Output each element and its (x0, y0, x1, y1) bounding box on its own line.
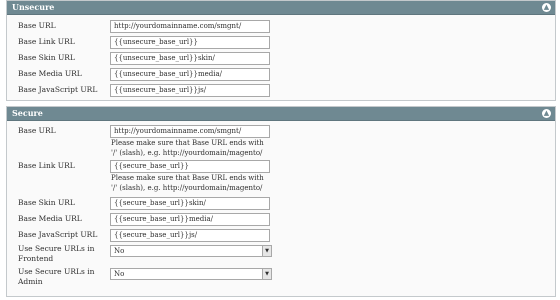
secure-header[interactable]: Secure ▲ (7, 107, 555, 121)
secure-base-skin-url-input[interactable]: {{secure_base_url}}skin/ (110, 197, 270, 210)
note-line: Please make sure that Base URL ends with (111, 174, 264, 182)
label-line: Admin (18, 277, 43, 286)
secure-base-js-url-label: Base JavaScript URL (18, 230, 98, 239)
unsecure-section: Unsecure ▲ Base URL http://yourdomainnam… (6, 0, 556, 101)
secure-base-link-url-note: Please make sure that Base URL ends with… (111, 173, 281, 193)
unsecure-base-js-url-label: Base JavaScript URL (18, 85, 98, 94)
unsecure-base-js-url-input[interactable]: {{unsecure_base_url}}js/ (110, 84, 270, 97)
use-secure-admin-select[interactable]: No ▼ (110, 268, 272, 280)
secure-base-skin-url-label: Base Skin URL (18, 198, 75, 207)
unsecure-header[interactable]: Unsecure ▲ (7, 1, 555, 15)
collapse-icon[interactable]: ▲ (542, 109, 551, 118)
secure-section: Secure ▲ Base URL http://yourdomainname.… (6, 106, 556, 297)
unsecure-base-media-url-input[interactable]: {{unsecure_base_url}}media/ (110, 68, 270, 81)
select-value: No (114, 270, 125, 278)
unsecure-base-link-url-input[interactable]: {{unsecure_base_url}} (110, 36, 270, 49)
label-line: Use Secure URLs in (18, 267, 95, 276)
note-line: Please make sure that Base URL ends with (111, 139, 264, 147)
unsecure-base-media-url-label: Base Media URL (18, 69, 82, 78)
unsecure-base-skin-url-input[interactable]: {{unsecure_base_url}}skin/ (110, 52, 270, 65)
label-line: Use Secure URLs in (18, 244, 95, 253)
unsecure-base-link-url-label: Base Link URL (18, 37, 75, 46)
dropdown-arrow-icon[interactable]: ▼ (262, 269, 271, 279)
unsecure-title: Unsecure (12, 2, 55, 12)
collapse-icon[interactable]: ▲ (542, 3, 551, 12)
secure-base-url-label: Base URL (18, 126, 56, 135)
unsecure-base-url-input[interactable]: http://yourdomainname.com/smgnt/ (110, 20, 270, 33)
note-line: '/' (slash), e.g. http://yourdomain/mage… (111, 149, 263, 157)
secure-base-url-input[interactable]: http://yourdomainname.com/smgnt/ (110, 125, 270, 138)
secure-base-link-url-input[interactable]: {{secure_base_url}} (110, 160, 270, 173)
secure-base-media-url-input[interactable]: {{secure_base_url}}media/ (110, 213, 270, 226)
use-secure-admin-label: Use Secure URLs in Admin (18, 267, 94, 287)
secure-base-link-url-label: Base Link URL (18, 161, 75, 170)
label-line: Frontend (18, 254, 54, 263)
note-line: '/' (slash), e.g. http://yourdomain/mage… (111, 184, 263, 192)
secure-base-media-url-label: Base Media URL (18, 214, 82, 223)
unsecure-base-skin-url-label: Base Skin URL (18, 53, 75, 62)
use-secure-frontend-label: Use Secure URLs in Frontend (18, 244, 94, 264)
select-value: No (114, 247, 125, 255)
unsecure-base-url-label: Base URL (18, 21, 56, 30)
secure-base-js-url-input[interactable]: {{secure_base_url}}js/ (110, 229, 270, 242)
secure-title: Secure (12, 108, 43, 118)
use-secure-frontend-select[interactable]: No ▼ (110, 245, 272, 257)
secure-base-url-note: Please make sure that Base URL ends with… (111, 138, 281, 158)
dropdown-arrow-icon[interactable]: ▼ (262, 246, 271, 256)
